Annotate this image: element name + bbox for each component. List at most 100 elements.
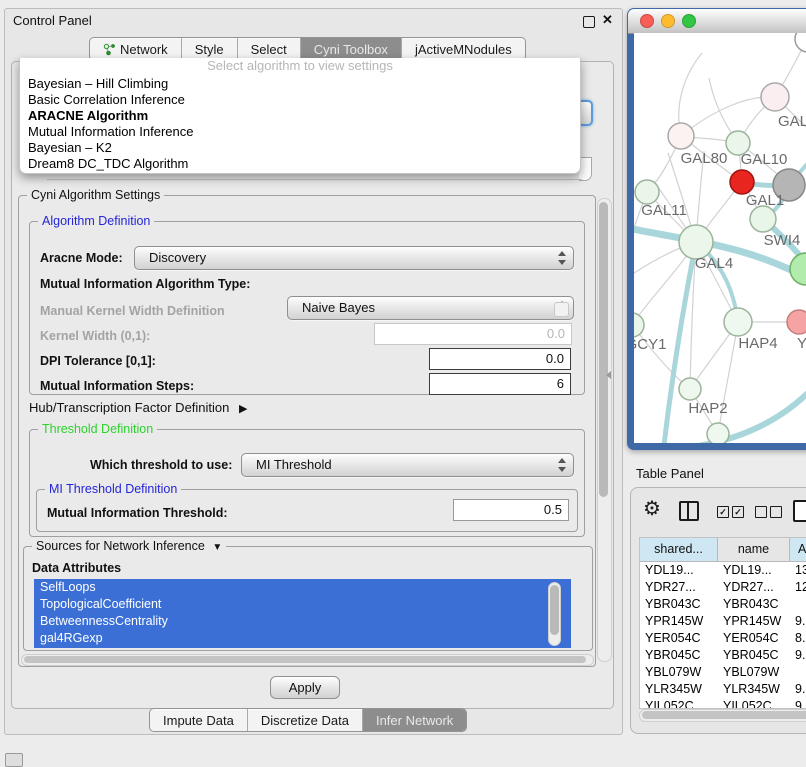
table-row[interactable]: YDR27... YDR27... 12 bbox=[640, 579, 806, 596]
node-table: shared... name A YDL19... YDL19... 13 YD… bbox=[639, 537, 806, 709]
which-threshold-value: MI Threshold bbox=[256, 457, 332, 472]
node-gcy1[interactable] bbox=[634, 313, 644, 337]
node-label: GAL10 bbox=[741, 151, 788, 168]
table-hscrollbar[interactable] bbox=[639, 709, 806, 722]
dropdown-item[interactable]: Mutual Information Inference bbox=[20, 124, 580, 140]
column-header-shared-name[interactable]: shared... bbox=[640, 538, 718, 561]
tab-impute-data[interactable]: Impute Data bbox=[150, 709, 248, 731]
data-attributes-label: Data Attributes bbox=[32, 561, 121, 575]
dropdown-item-selected[interactable]: ARACNE Algorithm bbox=[20, 108, 580, 124]
tab-network[interactable]: Network bbox=[90, 38, 182, 60]
kernel-width-field[interactable]: 0.0 bbox=[374, 323, 572, 345]
float-window-icon[interactable] bbox=[583, 16, 595, 28]
node-label: HAP2 bbox=[688, 400, 727, 417]
manual-kernel-checkbox[interactable] bbox=[554, 302, 569, 317]
table-row[interactable]: YBR045C YBR045C 9. bbox=[640, 647, 806, 664]
node-green-right[interactable] bbox=[790, 253, 806, 285]
split-columns-icon[interactable] bbox=[679, 501, 699, 521]
select-all-checkboxes-icon[interactable]: ✓ ✓ bbox=[717, 506, 744, 518]
mi-steps-field[interactable]: 6 bbox=[429, 373, 571, 395]
table-row[interactable]: YIL052C YIL052C 9 bbox=[640, 698, 806, 709]
apply-button[interactable]: Apply bbox=[270, 676, 340, 699]
column-header-name[interactable]: name bbox=[718, 538, 790, 561]
node-gal4[interactable] bbox=[679, 225, 713, 259]
settings-vscrollbar[interactable] bbox=[597, 198, 612, 662]
network-window-titlebar[interactable] bbox=[628, 9, 806, 34]
table-row[interactable]: YBR043C YBR043C bbox=[640, 596, 806, 613]
network-view-window: GAL GAL80 GAL10 GAL1 GAL11 SWI4 GAL4 GCY… bbox=[627, 8, 806, 450]
column-header-partial[interactable]: A bbox=[790, 538, 806, 561]
tab-cyni-toolbox[interactable]: Cyni Toolbox bbox=[301, 38, 402, 60]
dropdown-item[interactable]: Basic Correlation Inference bbox=[20, 92, 580, 108]
checked-box-icon: ✓ bbox=[717, 506, 729, 518]
tab-network-label: Network bbox=[120, 42, 168, 57]
tab-discretize-data[interactable]: Discretize Data bbox=[248, 709, 363, 731]
aracne-mode-combobox[interactable]: Discovery bbox=[134, 246, 574, 270]
table-row[interactable]: YER054C YER054C 8. bbox=[640, 630, 806, 647]
zoom-traffic-light[interactable] bbox=[683, 15, 696, 28]
node-gal1[interactable] bbox=[730, 170, 754, 194]
node-gal-partial[interactable] bbox=[761, 83, 789, 111]
list-item[interactable]: TopologicalCoefficient bbox=[34, 596, 571, 613]
algorithm-combobox-hint[interactable]: Select algorithm to view settings bbox=[20, 58, 580, 76]
algorithm-definition-title: Algorithm Definition bbox=[38, 214, 154, 228]
tab-jactivemnodules-label: jActiveMNodules bbox=[415, 42, 512, 57]
node-hap2[interactable] bbox=[679, 378, 701, 400]
tab-jactivemnodules[interactable]: jActiveMNodules bbox=[402, 38, 525, 60]
scrollbar-thumb[interactable] bbox=[24, 656, 586, 663]
node-gal80[interactable] bbox=[668, 123, 694, 149]
minimized-panel-icon[interactable] bbox=[5, 753, 23, 767]
tab-cyni-toolbox-label: Cyni Toolbox bbox=[314, 42, 388, 57]
deselect-all-checkboxes-icon[interactable] bbox=[755, 506, 782, 518]
dropdown-item[interactable]: Bayesian – Hill Climbing bbox=[20, 76, 580, 92]
data-attributes-list: SelfLoops TopologicalCoefficient Between… bbox=[34, 579, 571, 648]
minimize-traffic-light[interactable] bbox=[662, 15, 675, 28]
list-item[interactable]: BetweennessCentrality bbox=[34, 613, 571, 630]
mi-type-combobox[interactable]: Naive Bayes bbox=[287, 296, 574, 320]
node-hap4[interactable] bbox=[724, 308, 752, 336]
tab-style[interactable]: Style bbox=[182, 38, 238, 60]
checked-box-icon: ✓ bbox=[732, 506, 744, 518]
scrollbar-thumb[interactable] bbox=[550, 585, 559, 635]
sources-group: Sources for Network Inference ▼ Data Att… bbox=[23, 546, 593, 651]
node-label: HAP4 bbox=[738, 335, 777, 352]
tab-select[interactable]: Select bbox=[238, 38, 301, 60]
kernel-width-label: Kernel Width (0,1): bbox=[40, 329, 150, 343]
which-threshold-combobox[interactable]: MI Threshold bbox=[241, 453, 574, 477]
node-gal11[interactable] bbox=[635, 180, 659, 204]
close-traffic-light[interactable] bbox=[641, 15, 654, 28]
node-y-partial[interactable] bbox=[787, 310, 806, 334]
scrollbar-thumb[interactable] bbox=[599, 202, 608, 497]
table-row[interactable]: YPR145W YPR145W 9. bbox=[640, 613, 806, 630]
node-bottom-partial[interactable] bbox=[707, 423, 729, 443]
node-label: GAL80 bbox=[681, 150, 728, 167]
sources-group-title[interactable]: Sources for Network Inference ▼ bbox=[32, 539, 226, 553]
node-swi4[interactable] bbox=[750, 206, 776, 232]
table-row[interactable]: YLR345W YLR345W 9. bbox=[640, 681, 806, 698]
table-row[interactable]: YDL19... YDL19... 13 bbox=[640, 562, 806, 579]
document-icon[interactable] bbox=[793, 500, 806, 522]
tab-infer-network[interactable]: Infer Network bbox=[363, 709, 466, 731]
tab-style-label: Style bbox=[195, 42, 224, 57]
dpi-tolerance-field[interactable]: 0.0 bbox=[429, 348, 571, 370]
dropdown-item[interactable]: Bayesian – K2 bbox=[20, 140, 580, 156]
close-icon[interactable]: ✕ bbox=[602, 12, 613, 28]
table-row[interactable]: YBL079W YBL079W bbox=[640, 664, 806, 681]
spinner-arrows-icon bbox=[557, 458, 566, 472]
hub-tf-definition-expander[interactable]: Hub/Transcription Factor Definition ▶ bbox=[29, 400, 247, 415]
settings-hscrollbar[interactable] bbox=[21, 654, 594, 666]
list-item[interactable]: gal4RGexp bbox=[34, 630, 571, 647]
mi-threshold-field[interactable]: 0.5 bbox=[453, 499, 569, 521]
node-label: GAL11 bbox=[641, 202, 687, 219]
scrollbar-thumb[interactable] bbox=[642, 711, 806, 719]
attributes-list-scrollbar[interactable] bbox=[548, 582, 561, 646]
tab-select-label: Select bbox=[251, 42, 287, 57]
threshold-definition-title: Threshold Definition bbox=[38, 422, 157, 436]
list-item[interactable]: SelfLoops bbox=[34, 579, 571, 596]
tab-impute-data-label: Impute Data bbox=[163, 713, 234, 728]
network-canvas[interactable]: GAL GAL80 GAL10 GAL1 GAL11 SWI4 GAL4 GCY… bbox=[634, 33, 806, 443]
node-top-arc[interactable] bbox=[795, 33, 806, 52]
panel-collapse-handle[interactable] bbox=[606, 371, 611, 379]
gear-icon[interactable]: ⚙ bbox=[643, 496, 661, 521]
dropdown-item[interactable]: Dream8 DC_TDC Algorithm bbox=[20, 156, 580, 172]
